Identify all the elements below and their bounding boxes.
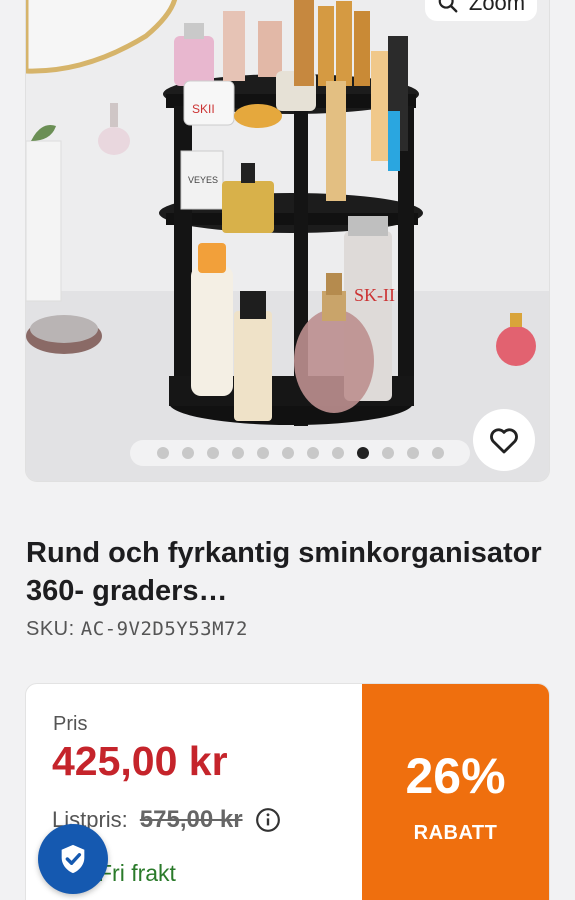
discount-badge: 26% RABATT: [362, 684, 549, 900]
carousel-dot[interactable]: [381, 447, 394, 459]
carousel-dot[interactable]: [156, 447, 169, 459]
product-image-gallery[interactable]: SKII VEYES SK-II Zoom: [25, 0, 550, 482]
carousel-dot[interactable]: [306, 447, 319, 459]
favorite-button[interactable]: [473, 409, 535, 471]
sku-label: SKU:: [26, 618, 75, 640]
current-price: 425,00 kr: [52, 738, 228, 784]
carousel-dot[interactable]: [356, 447, 369, 459]
discount-percent: 26%: [405, 748, 506, 804]
product-title: Rund och fyrkantig sminkorganisator 360-…: [26, 537, 542, 607]
svg-text:SK-II: SK-II: [354, 285, 395, 305]
list-price: 575,00 kr: [139, 806, 243, 833]
carousel-dot[interactable]: [431, 447, 444, 459]
sku-value: AC-9V2D5Y53M72: [80, 618, 248, 640]
shield-check-icon: [61, 844, 85, 874]
shipping-info: Fri frakt: [98, 860, 176, 886]
sku-line: SKU: AC-9V2D5Y53M72: [26, 618, 248, 641]
carousel-dot[interactable]: [331, 447, 344, 459]
carousel-dot[interactable]: [281, 447, 294, 459]
price-label: Pris: [53, 713, 88, 735]
carousel-dot[interactable]: [181, 447, 194, 459]
buyer-protection-button[interactable]: [38, 824, 108, 894]
carousel-indicator: [130, 440, 470, 466]
zoom-label: Zoom: [468, 0, 526, 15]
product-image: SKII VEYES SK-II: [26, 0, 549, 481]
heart-icon: [490, 428, 518, 454]
carousel-dot[interactable]: [256, 447, 269, 459]
svg-text:SKII: SKII: [192, 102, 215, 116]
discount-label: RABATT: [413, 822, 498, 844]
zoom-button[interactable]: Zoom: [425, 0, 537, 21]
carousel-dot[interactable]: [406, 447, 419, 459]
carousel-dot[interactable]: [206, 447, 219, 459]
info-icon[interactable]: [255, 807, 281, 833]
search-icon: [438, 0, 458, 13]
carousel-dot[interactable]: [231, 447, 244, 459]
svg-text:VEYES: VEYES: [188, 175, 218, 185]
product-page: SKII VEYES SK-II Zoom Rund och fyrkantig…: [0, 0, 575, 900]
